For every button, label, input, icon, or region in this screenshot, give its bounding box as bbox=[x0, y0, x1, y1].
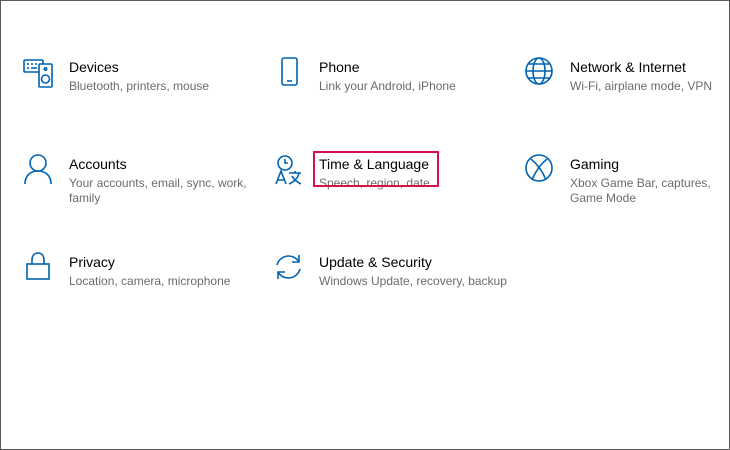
tile-description: Wi-Fi, airplane mode, VPN bbox=[570, 79, 713, 93]
tile-description: Xbox Game Bar, captures, Game Mode bbox=[570, 176, 711, 205]
tile-description: Bluetooth, printers, mouse bbox=[69, 79, 210, 93]
tile-title: Phone bbox=[319, 59, 360, 75]
settings-tile-network[interactable]: Network & Internet Wi-Fi, airplane mode,… bbox=[524, 57, 729, 127]
settings-tile-gaming[interactable]: Gaming Xbox Game Bar, captures, Game Mod… bbox=[524, 154, 729, 224]
globe-icon bbox=[524, 57, 558, 91]
lock-icon bbox=[23, 252, 57, 286]
settings-tile-update-security[interactable]: Update & Security Windows Update, recove… bbox=[273, 252, 507, 322]
settings-window: Devices Bluetooth, printers, mouse Phone… bbox=[0, 0, 730, 450]
settings-tile-devices[interactable]: Devices Bluetooth, printers, mouse bbox=[23, 57, 253, 127]
tile-title: Gaming bbox=[570, 156, 620, 172]
tile-description: Location, camera, microphone bbox=[69, 274, 231, 288]
phone-icon bbox=[273, 57, 307, 91]
person-icon bbox=[23, 154, 57, 188]
tile-title: Time & Language bbox=[319, 156, 429, 172]
settings-tile-phone[interactable]: Phone Link your Android, iPhone bbox=[273, 57, 503, 127]
tile-description: Speech, region, date bbox=[319, 176, 430, 190]
keyboard-speaker-icon bbox=[23, 57, 57, 91]
settings-tile-accounts[interactable]: Accounts Your accounts, email, sync, wor… bbox=[23, 154, 253, 224]
tile-description: Windows Update, recovery, backup bbox=[319, 274, 507, 288]
time-language-icon bbox=[273, 154, 307, 188]
xbox-icon bbox=[524, 154, 558, 188]
settings-tile-privacy[interactable]: Privacy Location, camera, microphone bbox=[23, 252, 253, 322]
settings-tile-time-language[interactable]: Time & Language Speech, region, date bbox=[273, 154, 503, 224]
tile-title: Network & Internet bbox=[570, 59, 686, 75]
tile-title: Devices bbox=[69, 59, 119, 75]
tile-description: Your accounts, email, sync, work, family bbox=[69, 176, 247, 205]
tile-description: Link your Android, iPhone bbox=[319, 79, 456, 93]
tile-title: Privacy bbox=[69, 254, 115, 270]
sync-arrows-icon bbox=[273, 252, 307, 286]
tile-title: Update & Security bbox=[319, 254, 432, 270]
tile-title: Accounts bbox=[69, 156, 127, 172]
